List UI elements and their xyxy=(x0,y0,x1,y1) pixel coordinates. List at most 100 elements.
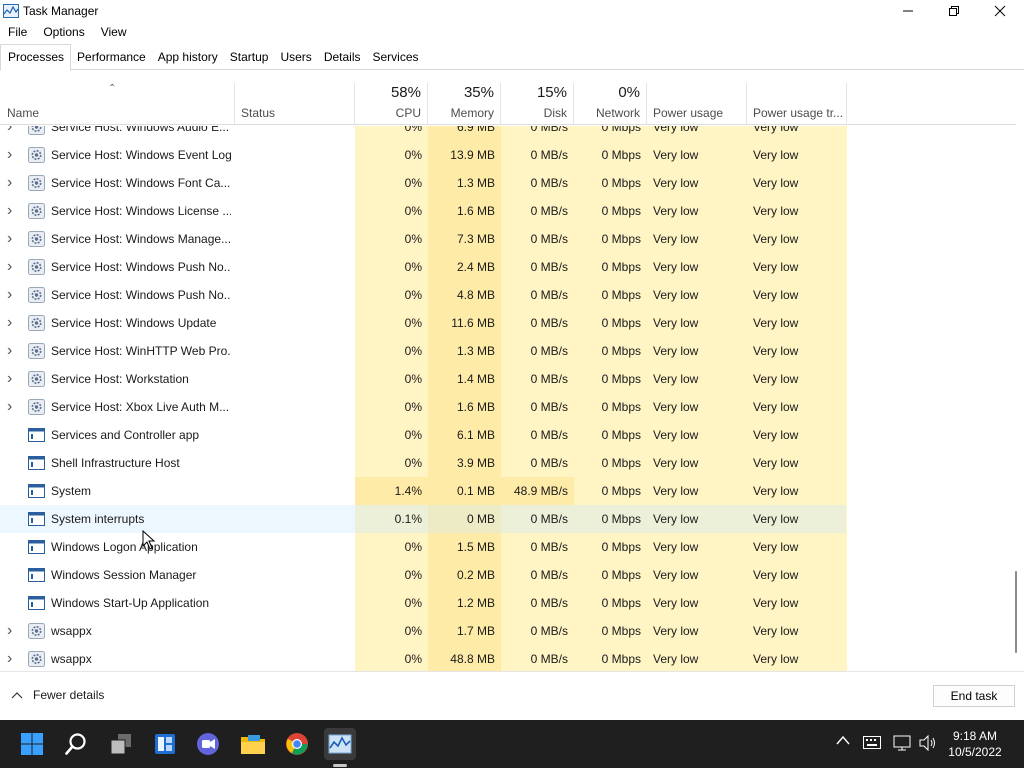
table-row[interactable]: Shell Infrastructure Host 0% 3.9 MB 0 MB/s 0… xyxy=(0,449,1016,477)
tab-processes[interactable]: Processes xyxy=(0,44,72,71)
table-row[interactable]: System 1.4% 0.1 MB 48.9 MB/s 0 Mbps Very low V… xyxy=(0,477,1016,505)
expand-chevron-icon[interactable]: › xyxy=(7,309,12,337)
menu-file[interactable]: File xyxy=(0,22,35,43)
expand-chevron-icon[interactable]: › xyxy=(7,393,12,421)
scrollbar-thumb[interactable] xyxy=(1015,571,1017,653)
cell-disk: 48.9 MB/s xyxy=(501,477,574,505)
table-row[interactable]: › Service Host: Windows Manage... 0% 7.3 MB… xyxy=(0,225,1016,253)
title-bar[interactable]: Task Manager xyxy=(0,0,1024,22)
cell-memory: 1.4 MB xyxy=(456,372,495,386)
end-task-button[interactable]: End task xyxy=(933,685,1015,707)
expand-chevron-icon[interactable]: › xyxy=(7,141,12,169)
chrome-button[interactable] xyxy=(281,728,313,760)
tab-details[interactable]: Details xyxy=(318,44,367,70)
windows-start-button[interactable] xyxy=(16,728,48,760)
cell-memory: 2.4 MB xyxy=(456,260,495,274)
cell-memory: 1.3 MB xyxy=(456,176,495,190)
expand-chevron-icon[interactable]: › xyxy=(7,281,12,309)
expand-chevron-icon[interactable]: › xyxy=(7,253,12,281)
task-view-button[interactable] xyxy=(105,728,137,760)
cell-power-usage-trend: Very low xyxy=(753,372,799,386)
table-row[interactable]: › Service Host: Windows License ... 0% 1.6 … xyxy=(0,197,1016,225)
table-row[interactable]: › Service Host: Xbox Live Auth M... 0% 1.6 … xyxy=(0,393,1016,421)
vertical-scrollbar[interactable] xyxy=(1011,126,1019,671)
cell-network: 0 Mbps xyxy=(601,316,641,330)
expand-chevron-icon[interactable]: › xyxy=(7,126,12,141)
expand-chevron-icon[interactable]: › xyxy=(7,169,12,197)
table-row[interactable]: › Service Host: Workstation 0% 1.4 MB 0 MB/s… xyxy=(0,365,1016,393)
cell-network: 0 Mbps xyxy=(601,484,641,498)
expand-chevron-icon[interactable]: › xyxy=(7,197,12,225)
tab-services[interactable]: Services xyxy=(367,44,425,70)
column-header-name[interactable]: Name xyxy=(0,83,235,125)
table-row[interactable]: Services and Controller app 0% 6.1 MB 0 MB/… xyxy=(0,421,1016,449)
cell-power-usage-trend: Very low xyxy=(753,260,799,274)
table-row[interactable]: System interrupts 0.1% 0 MB 0 MB/s 0 Mbps Ver… xyxy=(0,505,1016,533)
keyboard-icon xyxy=(863,736,881,749)
tab-startup[interactable]: Startup xyxy=(224,44,275,70)
column-header-power-usage-trend[interactable]: Power usage tr... xyxy=(747,83,847,125)
widgets-button[interactable] xyxy=(149,728,181,760)
table-row[interactable]: › Service Host: Windows Font Ca... 0% 1.3 M… xyxy=(0,169,1016,197)
table-row[interactable]: › wsappx 0% 1.7 MB 0 MB/s 0 Mbps Very low Very … xyxy=(0,617,1016,645)
expand-chevron-icon[interactable]: › xyxy=(7,617,12,645)
cell-disk: 0 MB/s xyxy=(530,344,568,358)
show-hidden-icons-button[interactable] xyxy=(836,734,850,748)
tab-performance[interactable]: Performance xyxy=(71,44,152,70)
column-header-status[interactable]: Status xyxy=(235,83,355,125)
cell-network: 0 Mbps xyxy=(601,260,641,274)
restore-icon xyxy=(949,6,959,16)
tab-app-history[interactable]: App history xyxy=(152,44,224,70)
volume-button[interactable] xyxy=(919,734,937,754)
table-row[interactable]: › Service Host: Windows Push No... 0% 2.4 M… xyxy=(0,253,1016,281)
application-window-icon xyxy=(28,512,45,526)
tab-users[interactable]: Users xyxy=(274,44,317,70)
cell-power-usage: Very low xyxy=(653,316,699,330)
application-window-icon xyxy=(28,568,45,582)
process-list[interactable]: › Service Host: Windows Audio E... 0% 6.9 M… xyxy=(0,126,1016,671)
cell-power-usage-trend: Very low xyxy=(753,596,799,610)
cell-cpu: 1.4% xyxy=(355,477,428,505)
system-clock[interactable]: 9:18 AM 10/5/2022 xyxy=(940,728,1010,760)
table-row[interactable]: › Service Host: Windows Event Log 0% 13.9 M… xyxy=(0,141,1016,169)
menu-options[interactable]: Options xyxy=(35,22,92,43)
column-header-disk[interactable]: 15% Disk xyxy=(501,83,574,125)
teams-chat-button[interactable] xyxy=(192,728,224,760)
expand-chevron-icon[interactable]: › xyxy=(7,337,12,365)
fewer-details-link[interactable]: Fewer details xyxy=(11,688,104,702)
column-header-network[interactable]: 0% Network xyxy=(574,83,647,125)
cell-power-usage: Very low xyxy=(653,540,699,554)
task-manager-taskbar-button[interactable] xyxy=(324,728,356,760)
cell-disk: 0 MB/s xyxy=(530,540,568,554)
search-button[interactable] xyxy=(60,728,92,760)
cell-power-usage-trend: Very low xyxy=(753,540,799,554)
restore-button[interactable] xyxy=(931,0,977,22)
file-explorer-button[interactable] xyxy=(237,728,269,760)
expand-chevron-icon[interactable]: › xyxy=(7,365,12,393)
cell-network: 0 Mbps xyxy=(601,428,641,442)
column-header-power-usage[interactable]: Power usage xyxy=(647,83,747,125)
network-total-percent: 0% xyxy=(618,84,640,101)
cell-cpu: 0% xyxy=(404,316,422,330)
table-row[interactable]: Windows Session Manager 0% 0.2 MB 0 MB/s 0 M… xyxy=(0,561,1016,589)
file-explorer-icon xyxy=(241,735,265,754)
expand-chevron-icon[interactable]: › xyxy=(7,645,12,671)
cell-power-usage: Very low xyxy=(653,512,699,526)
minimize-button[interactable] xyxy=(885,0,931,22)
keyboard-input-button[interactable] xyxy=(863,736,881,752)
table-row[interactable]: › Service Host: Windows Update 0% 11.6 MB 0 … xyxy=(0,309,1016,337)
table-row[interactable]: › Service Host: WinHTTP Web Pro... 0% 1.3 M… xyxy=(0,337,1016,365)
column-header-memory[interactable]: 35% Memory xyxy=(428,83,501,125)
network-status-button[interactable] xyxy=(893,735,911,754)
expand-chevron-icon[interactable]: › xyxy=(7,225,12,253)
cell-process-name: wsappx xyxy=(51,652,92,666)
column-header-cpu[interactable]: 58% CPU xyxy=(355,83,428,125)
table-row[interactable]: › Service Host: Windows Push No... 0% 4.8 M… xyxy=(0,281,1016,309)
table-row[interactable]: › Service Host: Windows Audio E... 0% 6.9 M… xyxy=(0,126,1016,141)
menu-view[interactable]: View xyxy=(93,22,135,43)
disk-total-percent: 15% xyxy=(536,84,567,101)
close-button[interactable] xyxy=(977,0,1023,22)
table-row[interactable]: › wsappx 0% 48.8 MB 0 MB/s 0 Mbps Very low Very… xyxy=(0,645,1016,671)
table-row[interactable]: Windows Start-Up Application 0% 1.2 MB 0 MB… xyxy=(0,589,1016,617)
column-disk-label: Disk xyxy=(543,106,567,120)
